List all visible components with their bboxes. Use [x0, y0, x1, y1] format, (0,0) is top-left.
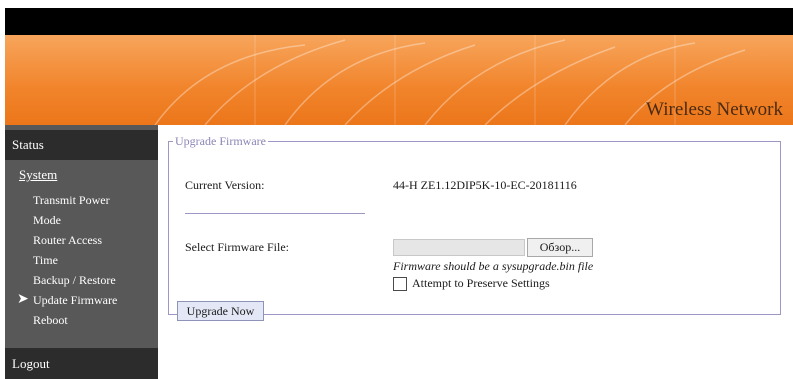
sidebar-item-logout[interactable]: Logout — [5, 348, 158, 379]
header-banner: Wireless Network — [5, 35, 793, 125]
sidebar-item-label: Router Access — [33, 233, 102, 247]
sidebar-item-label: Time — [33, 253, 58, 267]
current-version-label: Current Version: — [185, 178, 265, 192]
browse-button[interactable]: Обзор... — [527, 238, 593, 257]
fieldset-legend: Upgrade Firmware — [175, 134, 266, 148]
sidebar-item-reboot[interactable]: Reboot — [5, 311, 158, 329]
preserve-settings-checkbox[interactable] — [393, 277, 407, 291]
upgrade-firmware-fieldset: Upgrade Firmware Current Version: 44-H Z… — [168, 134, 781, 321]
sidebar-item-update-firmware[interactable]: ➤ Update Firmware — [5, 291, 158, 309]
sidebar: Status System Transmit Power Mode Router… — [5, 125, 158, 379]
sidebar-item-label: Update Firmware — [33, 293, 118, 307]
sidebar-item-transmit-power[interactable]: Transmit Power — [5, 191, 158, 209]
sidebar-item-label: Mode — [33, 213, 61, 227]
sidebar-item-label: Reboot — [33, 313, 68, 327]
sidebar-item-status[interactable]: Status — [5, 130, 158, 160]
sidebar-item-label: Backup / Restore — [33, 273, 116, 287]
preserve-settings-label[interactable]: Attempt to Preserve Settings — [412, 276, 550, 291]
firmware-hint: Firmware should be a sysupgrade.bin file — [393, 259, 594, 273]
sidebar-item-time[interactable]: Time — [5, 251, 158, 269]
sidebar-item-backup-restore[interactable]: Backup / Restore — [5, 271, 158, 289]
router-admin-page: Wireless Network Status System Transmit … — [0, 0, 793, 379]
upgrade-now-button[interactable]: Upgrade Now — [177, 301, 264, 321]
sidebar-item-mode[interactable]: Mode — [5, 211, 158, 229]
active-arrow-icon: ➤ — [17, 292, 29, 307]
firmware-file-path[interactable] — [393, 239, 525, 256]
top-black-bar — [5, 8, 793, 35]
sidebar-item-system[interactable]: System — [19, 167, 57, 183]
select-firmware-label: Select Firmware File: — [185, 240, 289, 254]
section-divider — [185, 213, 365, 214]
sidebar-item-router-access[interactable]: Router Access — [5, 231, 158, 249]
sidebar-item-label: Transmit Power — [33, 193, 110, 207]
current-version-value: 44-H ZE1.12DIP5K-10-EC-20181116 — [393, 178, 577, 192]
banner-title: Wireless Network — [646, 99, 783, 120]
main-content: Upgrade Firmware Current Version: 44-H Z… — [158, 125, 793, 379]
